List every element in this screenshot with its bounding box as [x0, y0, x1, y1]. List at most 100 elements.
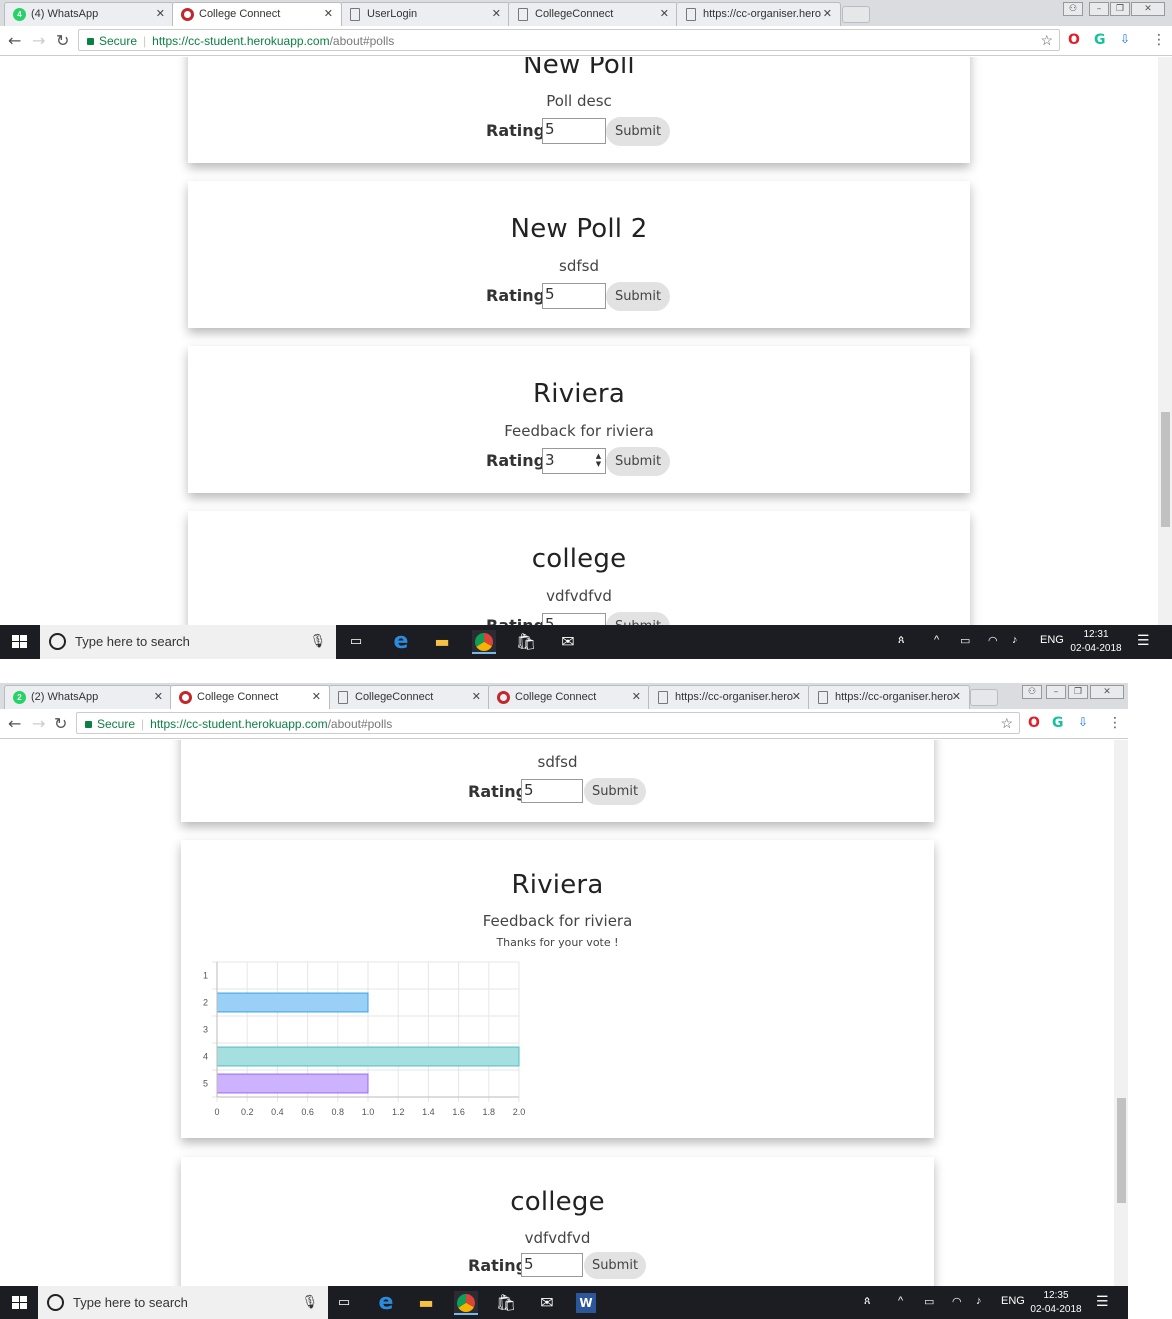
rating-input[interactable]: 5	[542, 118, 606, 144]
tab-cc-organiser[interactable]: https://cc-organiser.hero ✕	[648, 685, 810, 709]
close-window-button[interactable]: ✕	[1131, 2, 1165, 16]
scrollbar-thumb[interactable]	[1117, 1098, 1126, 1203]
close-icon[interactable]: ✕	[156, 7, 165, 20]
tab-collegeconnect[interactable]: CollegeConnect ✕	[508, 2, 678, 26]
vertical-scrollbar[interactable]	[1114, 740, 1128, 1286]
close-icon[interactable]: ✕	[792, 690, 801, 703]
spinner-icon[interactable]: ▲ ▼	[594, 452, 603, 470]
submit-button[interactable]: Submit	[584, 1252, 646, 1279]
close-icon[interactable]: ✕	[823, 7, 832, 20]
volume-icon[interactable]: ♪	[1012, 634, 1018, 646]
star-icon[interactable]: ☆	[1000, 715, 1013, 732]
chevron-up-icon[interactable]: ^	[934, 634, 939, 646]
action-center-icon[interactable]: ☰	[1096, 1293, 1109, 1310]
submit-button[interactable]: Submit	[606, 447, 670, 476]
task-view-icon[interactable]: ▭	[344, 630, 368, 654]
rating-input[interactable]: 5	[542, 613, 606, 625]
new-tab-button[interactable]	[842, 6, 870, 23]
grammarly-icon[interactable]: G	[1094, 32, 1106, 48]
vertical-scrollbar[interactable]	[1158, 57, 1172, 625]
address-bar[interactable]: Secure | https://cc-student.herokuapp.com/…	[76, 712, 1020, 734]
close-icon[interactable]: ✕	[154, 690, 163, 703]
language-indicator[interactable]: ENG	[1001, 1295, 1025, 1307]
minimize-button[interactable]: –	[1046, 685, 1066, 699]
submit-button[interactable]: Submit	[606, 282, 670, 311]
submit-button[interactable]: Submit	[606, 612, 670, 625]
store-icon[interactable]: 🛍	[514, 630, 538, 654]
profile-icon[interactable]: ⚇	[1063, 2, 1083, 16]
forward-icon[interactable]: →	[32, 31, 45, 50]
tab-userlogin[interactable]: UserLogin ✕	[340, 2, 510, 26]
reload-icon[interactable]: ↻	[54, 714, 67, 733]
download-icon[interactable]: ⇩	[1078, 715, 1088, 729]
close-icon[interactable]: ✕	[952, 690, 961, 703]
file-explorer-icon[interactable]: ▬	[414, 1291, 438, 1315]
download-icon[interactable]: ⇩	[1120, 32, 1130, 46]
close-icon[interactable]: ✕	[492, 7, 501, 20]
close-icon[interactable]: ✕	[660, 7, 669, 20]
menu-icon[interactable]: ⋮	[1152, 32, 1166, 48]
tab-college-connect-2[interactable]: College Connect ✕	[488, 685, 650, 709]
tab-cc-organiser[interactable]: https://cc-organiser.hero ✕	[676, 2, 841, 26]
close-window-button[interactable]: ✕	[1090, 685, 1124, 699]
reload-icon[interactable]: ↻	[56, 31, 69, 50]
star-icon[interactable]: ☆	[1040, 32, 1053, 49]
file-explorer-icon[interactable]: ▬	[430, 630, 454, 654]
tab-whatsapp[interactable]: 2 (2) WhatsApp ✕	[4, 685, 172, 709]
people-icon[interactable]: ጰ	[864, 1295, 871, 1308]
rating-input[interactable]: 5	[521, 779, 583, 803]
close-icon[interactable]: ✕	[632, 690, 641, 703]
windows-start-icon[interactable]	[12, 1296, 27, 1310]
battery-icon[interactable]: ▭	[960, 634, 970, 647]
microphone-icon[interactable]: 🎙	[301, 1294, 318, 1310]
volume-icon[interactable]: ♪	[976, 1295, 982, 1307]
close-icon[interactable]: ✕	[324, 7, 333, 20]
restore-button[interactable]: ❐	[1068, 685, 1088, 699]
microphone-icon[interactable]: 🎙	[309, 633, 326, 649]
tab-college-connect[interactable]: College Connect ✕	[172, 2, 342, 26]
language-indicator[interactable]: ENG	[1040, 634, 1064, 646]
people-icon[interactable]: ጰ	[898, 634, 905, 647]
tab-whatsapp[interactable]: 4 (4) WhatsApp ✕	[4, 2, 174, 26]
restore-button[interactable]: ❐	[1110, 2, 1130, 16]
rating-input[interactable]: 5	[521, 1253, 583, 1277]
tab-cc-organiser-2[interactable]: https://cc-organiser.hero ✕	[808, 685, 970, 709]
battery-icon[interactable]: ▭	[924, 1295, 934, 1308]
back-icon[interactable]: ←	[8, 714, 21, 733]
edge-icon[interactable]: e	[389, 630, 413, 654]
taskbar-search[interactable]: Type here to search 🎙	[40, 625, 336, 659]
rating-input[interactable]: 5	[542, 283, 606, 309]
rating-number-input[interactable]: 3 ▲ ▼	[542, 448, 606, 474]
opera-icon[interactable]: O	[1068, 32, 1080, 48]
back-icon[interactable]: ←	[8, 31, 21, 50]
store-icon[interactable]: 🛍	[494, 1291, 518, 1315]
address-bar[interactable]: Secure | https://cc-student.herokuapp.com/…	[78, 29, 1060, 51]
taskbar-search[interactable]: Type here to search 🎙	[38, 1286, 328, 1319]
mail-icon[interactable]: ✉	[535, 1291, 559, 1315]
edge-icon[interactable]: e	[374, 1291, 398, 1315]
tab-collegeconnect[interactable]: CollegeConnect ✕	[328, 685, 490, 709]
submit-button[interactable]: Submit	[584, 778, 646, 805]
profile-icon[interactable]: ⚇	[1022, 685, 1042, 699]
chrome-icon[interactable]	[454, 1291, 478, 1315]
chevron-up-icon[interactable]: ^	[898, 1295, 903, 1307]
action-center-icon[interactable]: ☰	[1137, 632, 1150, 649]
word-icon[interactable]: W	[576, 1293, 596, 1313]
clock[interactable]: 12:35 02-04-2018	[1026, 1289, 1086, 1317]
grammarly-icon[interactable]: G	[1052, 715, 1064, 731]
wifi-icon[interactable]: ◠	[988, 634, 998, 647]
mail-icon[interactable]: ✉	[556, 630, 580, 654]
close-icon[interactable]: ✕	[472, 690, 481, 703]
task-view-icon[interactable]: ▭	[332, 1291, 356, 1315]
clock[interactable]: 12:31 02-04-2018	[1066, 628, 1126, 656]
scrollbar-thumb[interactable]	[1161, 412, 1170, 527]
submit-button[interactable]: Submit	[606, 117, 670, 146]
windows-start-icon[interactable]	[12, 635, 27, 649]
chrome-icon[interactable]	[472, 630, 496, 654]
opera-icon[interactable]: O	[1028, 715, 1040, 731]
forward-icon[interactable]: →	[32, 714, 45, 733]
menu-icon[interactable]: ⋮	[1108, 715, 1122, 731]
wifi-icon[interactable]: ◠	[952, 1295, 962, 1308]
tab-college-connect[interactable]: College Connect ✕	[170, 685, 330, 709]
new-tab-button[interactable]	[970, 689, 998, 706]
